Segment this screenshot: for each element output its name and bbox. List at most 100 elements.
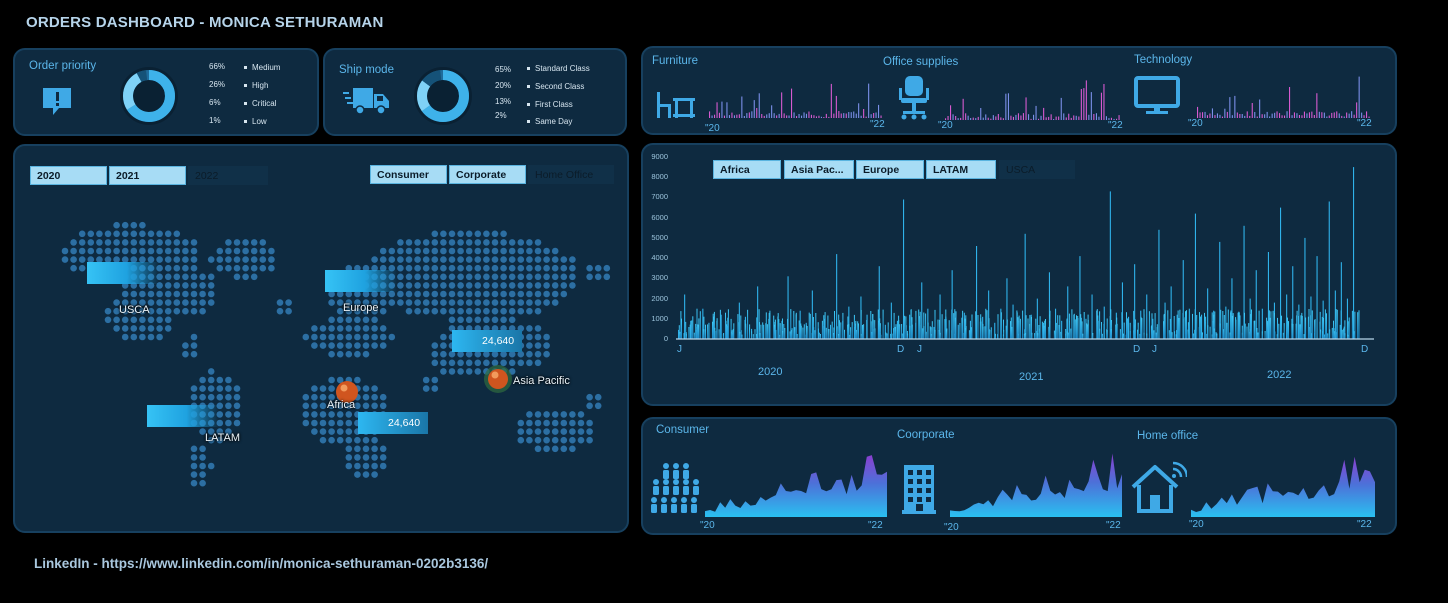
- sparkline-bar: [1048, 116, 1050, 120]
- sparkline-bar: [1259, 99, 1261, 118]
- map-dot: [560, 411, 568, 418]
- sparkline-bar: [1116, 118, 1118, 120]
- map-dot: [474, 256, 482, 263]
- year-slicer-2022[interactable]: 2022: [188, 166, 268, 185]
- sparkline-bar: [823, 117, 825, 118]
- map-dot: [440, 239, 447, 246]
- map-dot: [465, 290, 473, 298]
- order-bar: [1006, 319, 1008, 339]
- order-bar: [760, 324, 762, 339]
- sparkline-bar: [786, 115, 788, 118]
- map-dot: [586, 436, 593, 444]
- map-dot: [87, 239, 95, 246]
- order-bar: [779, 334, 781, 339]
- sparkline-bar: [1045, 117, 1047, 120]
- map-dot: [551, 290, 559, 298]
- order-priority-donut: [120, 67, 178, 125]
- map-dot: [207, 385, 215, 392]
- sparkline-bar: [1301, 115, 1303, 118]
- map-dot: [474, 290, 482, 298]
- order-bar: [1092, 333, 1094, 339]
- map-dot: [319, 393, 327, 401]
- map-dot: [190, 299, 198, 306]
- map-dot: [526, 247, 533, 255]
- order-bar: [855, 320, 857, 339]
- map-dot: [345, 342, 353, 349]
- sparkline-bar: [773, 113, 775, 118]
- order-bar: [944, 319, 946, 339]
- order-bar: [1065, 329, 1067, 339]
- map-dot: [543, 350, 550, 358]
- order-bar: [684, 294, 686, 339]
- map-dot: [405, 264, 413, 272]
- map-dot: [569, 273, 576, 281]
- order-bar: [909, 325, 911, 339]
- order-bar: [814, 330, 816, 339]
- sparkline-bar: [1035, 105, 1037, 120]
- map-dot: [457, 368, 464, 375]
- map-dot: [216, 247, 224, 255]
- map-dot: [526, 436, 533, 444]
- map-dot: [526, 411, 533, 418]
- map-dot: [422, 247, 430, 255]
- order-bar: [1146, 294, 1148, 339]
- ship-legend-first: First Class: [527, 100, 573, 109]
- sparkline-bar: [1105, 116, 1107, 120]
- order-bar: [1059, 315, 1061, 339]
- sparkline-bar: [1226, 111, 1228, 118]
- segment-slicer-consumer[interactable]: Consumer: [370, 165, 447, 184]
- year-slicer-2020[interactable]: 2020: [30, 166, 107, 185]
- order-bar: [1049, 321, 1051, 339]
- order-bar: [794, 327, 796, 339]
- order-bar: [927, 322, 929, 339]
- map-dot: [156, 325, 163, 332]
- map-dot: [448, 316, 456, 324]
- sparkline-bar: [835, 95, 837, 118]
- order-bar: [691, 320, 693, 339]
- map-dot: [345, 454, 353, 461]
- map-panel: 2020 2021 2022 Consumer Corporate Home O…: [13, 144, 629, 533]
- year-slicer-2021[interactable]: 2021: [109, 166, 186, 185]
- sparkline-bar: [825, 113, 827, 118]
- map-dot: [569, 264, 576, 272]
- order-bar: [693, 332, 695, 339]
- map-dot: [130, 239, 138, 246]
- map-dot: [113, 247, 120, 255]
- map-dot: [371, 325, 378, 332]
- segment-slicer-home-office[interactable]: Home Office: [528, 165, 614, 184]
- map-dot: [457, 247, 464, 255]
- map-dot: [147, 239, 155, 246]
- map-dot: [594, 393, 602, 401]
- sparkline-bar: [1336, 111, 1338, 118]
- sparkline-bar: [1078, 116, 1080, 120]
- sparkline-bar: [791, 88, 793, 118]
- linkedin-link[interactable]: LinkedIn - https://www.linkedin.com/in/m…: [34, 556, 488, 571]
- map-dot: [121, 247, 129, 255]
- map-dot: [139, 221, 146, 229]
- map-dot: [285, 299, 292, 306]
- order-bar: [1186, 310, 1187, 339]
- map-dot: [457, 273, 464, 281]
- map-dot: [526, 359, 533, 367]
- map-dot: [173, 247, 181, 255]
- map-dot: [78, 239, 86, 246]
- segment-label-home-office: Home office: [1137, 430, 1199, 442]
- order-bar: [879, 323, 881, 339]
- map-dot: [551, 411, 559, 418]
- map-dot: [448, 290, 456, 298]
- segment-slicer-corporate[interactable]: Corporate: [449, 165, 526, 184]
- sparkline-bar: [1353, 114, 1355, 118]
- order-bar: [911, 324, 913, 339]
- order-bar: [685, 334, 687, 339]
- sparkline-bar: [1017, 113, 1019, 120]
- technology-start-year: "20: [1188, 118, 1203, 129]
- map-dot: [500, 273, 507, 281]
- order-bar: [1283, 323, 1285, 339]
- map-dot: [414, 273, 421, 281]
- map-dot: [233, 419, 241, 427]
- sparkline-bar: [880, 115, 882, 118]
- order-bar: [1137, 322, 1139, 339]
- map-dot: [569, 282, 576, 289]
- sparkline-bar: [1068, 113, 1070, 120]
- order-bar: [1241, 325, 1243, 339]
